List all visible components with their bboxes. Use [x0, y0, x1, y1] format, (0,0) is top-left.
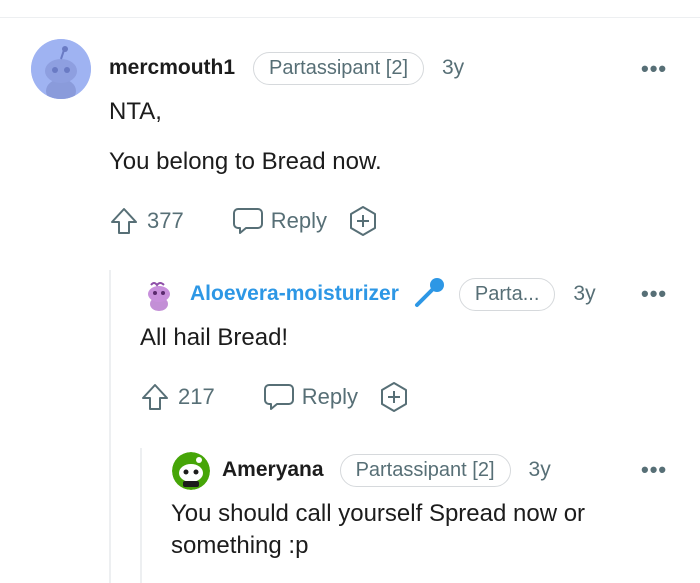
username[interactable]: Ameryana [222, 458, 324, 482]
comment-body-line: You belong to Bread now. [109, 148, 382, 175]
microphone-icon [414, 277, 444, 307]
green-snoo-avatar-icon [172, 452, 210, 490]
vote-count: 377 [147, 208, 184, 233]
comment-header: Aloevera-moisturizer Parta... 3y [190, 277, 596, 311]
username[interactable]: mercmouth1 [109, 56, 235, 80]
comment-header: Ameryana Partassipant [2] 3y [222, 453, 551, 487]
thread-line-1[interactable] [109, 270, 111, 583]
reply-label: Reply [301, 384, 358, 409]
more-options-button[interactable]: ••• [641, 281, 667, 307]
avatar[interactable] [142, 277, 176, 311]
upvote-button[interactable]: 217 [140, 382, 215, 412]
reply-button[interactable]: Reply [263, 382, 358, 412]
reply-bubble-icon [232, 208, 263, 234]
reply-bubble-icon [263, 384, 294, 410]
snoo-avatar-icon [31, 39, 91, 99]
purple-snoo-avatar-icon [142, 277, 176, 311]
award-button[interactable] [347, 205, 379, 237]
user-flair: Partassipant [2] [339, 453, 511, 487]
reply-button[interactable]: Reply [232, 206, 327, 236]
comment-age[interactable]: 3y [442, 56, 464, 80]
comment-age[interactable]: 3y [573, 282, 595, 306]
reply-label: Reply [270, 208, 327, 233]
avatar[interactable] [31, 39, 91, 99]
upvote-button[interactable]: 377 [109, 206, 184, 236]
microphone-badge [413, 276, 447, 313]
upvote-icon [142, 384, 168, 410]
comment-body-line: something :p [171, 532, 309, 559]
comment-body-line: You should call yourself Spread now or [171, 500, 586, 527]
comment-header: mercmouth1 Partassipant [2] 3y [109, 51, 464, 85]
award-button[interactable] [378, 381, 410, 413]
comment-actions: 377 Reply [109, 204, 379, 238]
upvote-icon [111, 208, 137, 234]
user-flair: Partassipant [2] [253, 51, 424, 85]
username[interactable]: Aloevera-moisturizer [190, 282, 399, 306]
more-options-button[interactable]: ••• [641, 457, 667, 483]
vote-count: 217 [178, 384, 215, 409]
comment-body-line: All hail Bread! [140, 324, 289, 351]
comment-actions: 217 Reply [140, 380, 410, 414]
top-divider [0, 17, 700, 18]
more-options-button[interactable]: ••• [641, 56, 667, 82]
comment-body-line: NTA, [109, 98, 162, 125]
add-award-icon [349, 206, 376, 236]
add-award-icon [380, 382, 407, 412]
comment-age[interactable]: 3y [529, 458, 551, 482]
thread-line-2[interactable] [140, 448, 142, 583]
user-flair: Parta... [458, 277, 556, 311]
avatar[interactable] [172, 452, 210, 490]
